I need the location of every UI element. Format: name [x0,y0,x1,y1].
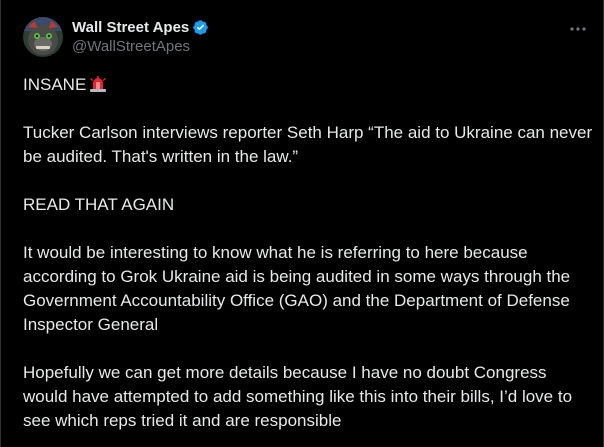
post-headline: INSANE [23,73,593,97]
verified-badge-icon[interactable] [192,19,209,36]
display-name-row: Wall Street Apes [72,17,209,37]
post-paragraph-3: It would be interesting to know what he … [23,243,571,334]
gorilla-avatar-icon [23,17,63,57]
avatar[interactable] [23,17,63,57]
author-display-name[interactable]: Wall Street Apes [72,19,189,36]
headline-text: INSANE [23,75,87,94]
more-options-button[interactable] [567,21,589,37]
more-options-icon [570,27,586,31]
post-paragraph-2: READ THAT AGAIN [23,195,175,214]
post-paragraph-1: Tucker Carlson interviews reporter Seth … [23,123,593,166]
post-paragraph-4: Hopefully we can get more details becaus… [23,363,573,430]
post-body: INSANE Tucker Carlson interviews reporte… [23,73,593,433]
police-siren-emoji-icon [89,75,107,93]
post-header: Wall Street Apes @WallStreetApes [23,15,209,59]
post-card: Wall Street Apes @WallStreetApes INSANE [0,0,604,447]
author-handle[interactable]: @WallStreetApes [72,37,209,57]
author-names: Wall Street Apes @WallStreetApes [72,17,209,57]
